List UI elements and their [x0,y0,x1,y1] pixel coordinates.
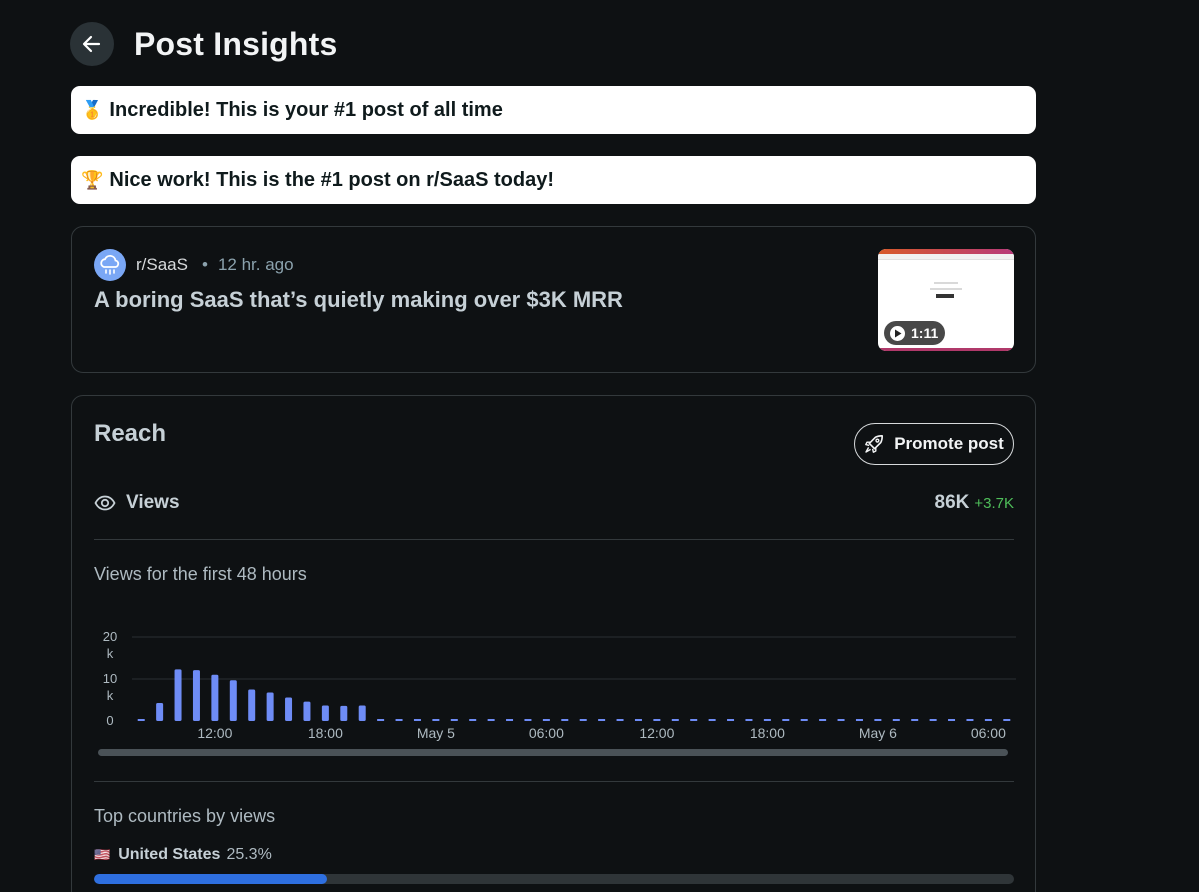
post-meta: r/SaaS • 12 hr. ago [136,255,294,275]
thumbnail-toolbar [878,254,1014,260]
banner-text: Nice work! This is the #1 post on r/SaaS… [109,168,554,191]
x-tick-label: May 5 [417,725,455,741]
y-tick-label: 10 [103,671,117,686]
x-tick-label: 06:00 [529,725,564,741]
chart-bar [358,705,366,721]
achievement-banner-all-time: 🥇 Incredible! This is your #1 post of al… [71,86,1036,134]
thumbnail-button [936,294,954,298]
page-header: Post Insights [70,22,338,66]
thumbnail-text-line [930,288,962,290]
x-tick-label: 06:00 [971,725,1006,741]
chart-bar [156,702,164,721]
page-title: Post Insights [134,25,338,62]
y-tick-label: k [107,688,114,703]
post-card[interactable]: r/SaaS • 12 hr. ago A boring SaaS that’s… [71,226,1036,373]
promote-post-button[interactable]: Promote post [854,423,1014,465]
divider [94,781,1014,782]
video-thumbnail[interactable]: 1:11 [878,249,1014,351]
thumbnail-text-line [934,282,958,284]
x-tick-label: 12:00 [639,725,674,741]
country-row: 🇺🇸 United States 25.3% [94,846,272,864]
banner-text: Incredible! This is your #1 post of all … [109,98,503,121]
subreddit-name[interactable]: r/SaaS [136,255,188,275]
chart-bar [211,674,219,721]
arrow-left-icon [82,35,101,53]
y-tick-label: 0 [106,713,113,728]
rocket-icon [865,434,884,453]
chart-bar [174,669,182,721]
y-tick-label: k [107,646,114,661]
play-icon [890,325,905,341]
video-duration: 1:11 [911,325,939,341]
subreddit-avatar [94,249,126,281]
back-button[interactable] [70,22,114,66]
views-chart: 20 k 10 k 0 12:00 18:00 May 5 06:00 12:00 18:00 May… [103,629,1016,741]
post-title[interactable]: A boring SaaS that’s quietly making over… [94,287,623,313]
y-tick-label: 20 [103,629,117,644]
video-duration-badge: 1:11 [884,321,946,345]
us-flag-icon: 🇺🇸 [94,847,111,863]
chart-bar [303,701,311,721]
divider [94,539,1014,540]
achievement-banner-subreddit: 🏆 Nice work! This is the #1 post on r/Sa… [71,156,1036,204]
x-tick-label: May 6 [859,725,897,741]
country-progress-track [94,874,1014,884]
chart-bar [248,689,256,721]
medal-icon: 🥇 [81,99,104,121]
chart-bar [229,680,237,721]
reach-title: Reach [94,420,167,447]
x-tick-label: 18:00 [308,725,343,741]
meta-separator: • [201,255,208,274]
country-name: United States [118,846,221,863]
country-progress-fill [94,874,327,884]
chart-scrollbar[interactable] [98,749,1008,756]
countries-title: Top countries by views [94,806,276,826]
reach-card: Reach Promote post Views 86K +3.7K Views… [71,395,1036,892]
promote-post-label: Promote post [894,434,1004,453]
x-tick-label: 12:00 [197,725,232,741]
cloud-icon [100,254,120,275]
chart-bar [192,670,200,721]
trophy-icon: 🏆 [81,169,104,191]
views-label: Views [126,492,180,513]
x-tick-label: 18:00 [750,725,785,741]
thumbnail-footer [878,348,1014,351]
chart-bar [321,705,329,721]
views-stats: 86K +3.7K [935,492,1014,514]
chart-bar [285,697,293,721]
views-delta: +3.7K [974,495,1014,512]
chart-bar [266,692,274,721]
views-row: Views 86K +3.7K [94,492,1014,514]
chart-title: Views for the first 48 hours [94,564,307,584]
country-percent: 25.3% [226,846,272,863]
post-age: 12 hr. ago [217,255,294,274]
eye-icon [94,495,116,511]
views-total: 86K [934,492,970,513]
chart-bar [340,705,348,721]
